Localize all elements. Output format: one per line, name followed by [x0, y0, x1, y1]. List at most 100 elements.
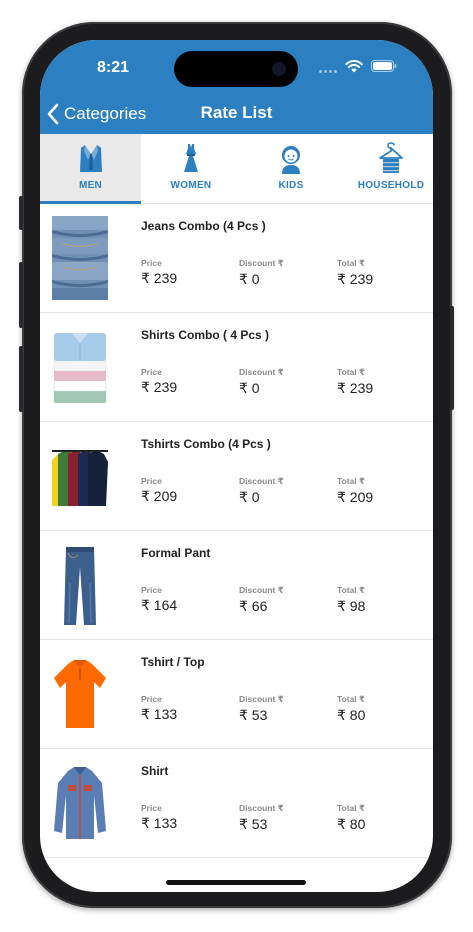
- total-value: ₹ 239: [337, 380, 374, 396]
- discount-label: Discount ₹: [239, 585, 284, 595]
- tshirts-image: [52, 434, 108, 518]
- price-column: Price ₹ 164: [141, 585, 177, 614]
- folded-jeans-image: [52, 216, 108, 300]
- price-value: ₹ 133: [141, 706, 178, 722]
- battery-icon: [371, 60, 397, 72]
- dynamic-island: [174, 51, 298, 87]
- total-column: Total ₹ ₹ 80: [337, 803, 365, 833]
- price-value: ₹ 239: [141, 270, 178, 286]
- total-value: ₹ 80: [337, 707, 366, 723]
- total-value: ₹ 80: [337, 816, 366, 832]
- price-label: Price: [141, 585, 162, 595]
- total-column: Total ₹ ₹ 98: [337, 585, 365, 615]
- item-name: Tshirt / Top: [141, 655, 205, 669]
- price-label: Price: [141, 803, 162, 813]
- discount-label: Discount ₹: [239, 258, 284, 268]
- list-item[interactable]: Formal Pant Price ₹ 164 Discount ₹ ₹ 66 …: [40, 531, 433, 640]
- tab-household[interactable]: HOUSEHOLD: [341, 134, 433, 203]
- cellular-signal-icon: [319, 69, 341, 73]
- total-value: ₹ 209: [337, 489, 374, 505]
- total-value: ₹ 98: [337, 598, 366, 614]
- page-title: Rate List: [200, 103, 273, 122]
- price-label: Price: [141, 367, 162, 377]
- list-item[interactable]: Shirts Combo ( 4 Pcs ) Price ₹ 239 Disco…: [40, 313, 433, 422]
- discount-label: Discount ₹: [239, 694, 284, 704]
- dress-icon: [184, 144, 198, 172]
- home-indicator[interactable]: [166, 880, 306, 885]
- price-value: ₹ 133: [141, 815, 178, 831]
- category-tabs: MEN WOMEN KIDS HOUSEHOLD: [40, 134, 433, 204]
- total-label: Total ₹: [337, 585, 365, 595]
- price-column: Price ₹ 239: [141, 258, 177, 287]
- total-label: Total ₹: [337, 694, 365, 704]
- discount-column: Discount ₹ ₹ 0: [239, 258, 284, 288]
- total-value: ₹ 239: [337, 271, 374, 287]
- discount-column: Discount ₹ ₹ 0: [239, 367, 284, 397]
- discount-column: Discount ₹ ₹ 0: [239, 476, 284, 506]
- discount-value: ₹ 53: [239, 816, 268, 832]
- price-column: Price ₹ 209: [141, 476, 177, 505]
- item-name: Tshirts Combo (4 Pcs ): [141, 437, 271, 451]
- orange-polo-image: [52, 652, 108, 736]
- silent-switch: [19, 196, 23, 230]
- pant-image: [52, 543, 108, 627]
- price-value: ₹ 239: [141, 379, 178, 395]
- status-time: 8:21: [97, 59, 130, 76]
- discount-column: Discount ₹ ₹ 53: [239, 803, 284, 833]
- hanger-icon: [379, 142, 403, 173]
- discount-column: Discount ₹ ₹ 53: [239, 694, 284, 724]
- discount-label: Discount ₹: [239, 476, 284, 486]
- tab-kids[interactable]: KIDS: [241, 134, 341, 203]
- discount-value: ₹ 66: [239, 598, 268, 614]
- discount-value: ₹ 0: [239, 380, 260, 396]
- tab-label: WOMEN: [170, 180, 212, 191]
- price-label: Price: [141, 694, 162, 704]
- discount-value: ₹ 0: [239, 489, 260, 505]
- discount-value: ₹ 0: [239, 271, 260, 287]
- tab-label: MEN: [78, 180, 103, 191]
- item-name: Shirts Combo ( 4 Pcs ): [141, 328, 270, 342]
- volume-down-button: [19, 346, 23, 412]
- power-button: [450, 306, 454, 410]
- tab-label: HOUSEHOLD: [357, 180, 425, 191]
- list-item[interactable]: Tshirts Combo (4 Pcs ) Price ₹ 209 Disco…: [40, 422, 433, 531]
- list-item[interactable]: Shirt Price ₹ 133 Discount ₹ ₹ 53 Total …: [40, 749, 433, 858]
- total-label: Total ₹: [337, 258, 365, 268]
- kid-icon: [282, 146, 300, 174]
- total-label: Total ₹: [337, 476, 365, 486]
- item-name: Jeans Combo (4 Pcs ): [141, 219, 266, 233]
- price-value: ₹ 164: [141, 597, 178, 613]
- total-column: Total ₹ ₹ 239: [337, 367, 373, 397]
- list-item[interactable]: Tshirt / Top Price ₹ 133 Discount ₹ ₹ 53…: [40, 640, 433, 749]
- tab-women[interactable]: WOMEN: [141, 134, 241, 203]
- screen: 8:21 Categories Rate List MEN WOMEN KIDS…: [40, 40, 433, 892]
- denim-shirt-image: [52, 761, 108, 845]
- tab-men[interactable]: MEN: [40, 134, 141, 204]
- price-column: Price ₹ 133: [141, 803, 177, 832]
- tab-label: KIDS: [278, 180, 304, 191]
- rate-list: Jeans Combo (4 Pcs ) Price ₹ 239 Discoun…: [40, 204, 433, 858]
- app-header: 8:21 Categories Rate List: [40, 40, 433, 134]
- price-label: Price: [141, 258, 162, 268]
- discount-label: Discount ₹: [239, 803, 284, 813]
- total-label: Total ₹: [337, 803, 365, 813]
- total-label: Total ₹: [337, 367, 365, 377]
- discount-column: Discount ₹ ₹ 66: [239, 585, 284, 615]
- discount-value: ₹ 53: [239, 707, 268, 723]
- camera-icon: [272, 62, 286, 76]
- discount-label: Discount ₹: [239, 367, 284, 377]
- wifi-icon: [345, 60, 363, 73]
- price-value: ₹ 209: [141, 488, 178, 504]
- price-column: Price ₹ 239: [141, 367, 177, 396]
- total-column: Total ₹ ₹ 209: [337, 476, 373, 506]
- item-name: Shirt: [141, 764, 169, 778]
- total-column: Total ₹ ₹ 239: [337, 258, 373, 288]
- price-label: Price: [141, 476, 162, 486]
- item-name: Formal Pant: [141, 546, 211, 560]
- price-column: Price ₹ 133: [141, 694, 177, 723]
- folded-shirts-image: [52, 325, 108, 409]
- list-item[interactable]: Jeans Combo (4 Pcs ) Price ₹ 239 Discoun…: [40, 204, 433, 313]
- suit-icon: [79, 145, 102, 172]
- total-column: Total ₹ ₹ 80: [337, 694, 365, 724]
- volume-up-button: [19, 262, 23, 328]
